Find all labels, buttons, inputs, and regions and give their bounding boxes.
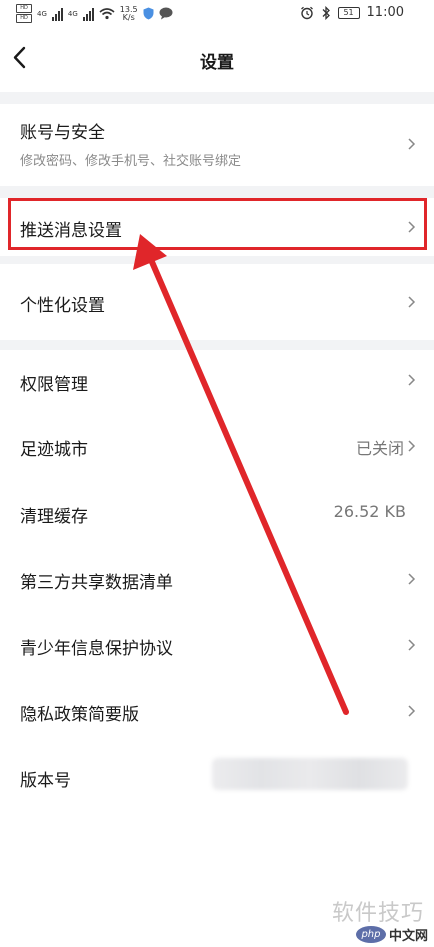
chevron-right-icon [408,374,416,386]
php-logo-icon: php [355,926,386,943]
chevron-right-icon [408,138,416,150]
speed-unit: K/s [122,12,135,22]
signal-2-icon [82,7,94,21]
page-title: 设置 [200,53,234,73]
settings-item-label: 青少年信息保护协议 [20,639,173,659]
settings-item-personalization[interactable]: 个性化设置 [0,264,434,340]
chevron-right-icon [408,573,416,585]
settings-item-third-party-data[interactable]: 第三方共享数据清单 [0,546,434,612]
settings-item-footprint-cities[interactable]: 足迹城市 已关闭 [0,414,434,480]
watermark-site: php 中文网 [355,925,428,944]
chevron-right-icon [408,639,416,651]
section-divider [0,186,434,198]
section-divider [0,340,434,350]
settings-item-label: 账号与安全 [20,123,105,143]
status-bar: HD HD 4G 4G 13.5 K/s 51 11:00 [0,0,434,26]
settings-item-label: 第三方共享数据清单 [20,573,173,593]
settings-item-youth-protection[interactable]: 青少年信息保护协议 [0,612,434,678]
title-bar: 设置 [0,26,434,92]
bluetooth-icon [322,5,330,20]
chevron-right-icon [408,440,416,452]
sim1-label: HD [16,4,32,13]
battery-icon: 51 [337,6,360,19]
settings-item-label: 清理缓存 [20,507,88,527]
section-divider [0,256,434,264]
sim-indicators: HD HD [16,4,32,23]
settings-item-subtitle: 修改密码、修改手机号、社交账号绑定 [20,154,242,169]
status-left: HD HD 4G 4G 13.5 K/s [16,4,173,23]
status-time: 11:00 [366,5,404,20]
settings-item-label: 隐私政策简要版 [20,705,139,725]
chevron-right-icon [408,296,416,308]
shield-icon [143,7,154,20]
annotation-highlight-box [8,198,427,250]
settings-item-label: 权限管理 [20,375,88,395]
status-right: 51 11:00 [300,5,404,20]
settings-item-value: 已关闭 [355,439,404,458]
settings-item-label: 版本号 [20,771,71,791]
alarm-icon [300,6,313,19]
chat-bubble-icon [159,7,173,20]
settings-item-privacy-summary[interactable]: 隐私政策简要版 [0,678,434,744]
cache-size-value: 26.52 KB [333,502,406,521]
chevron-right-icon [408,705,416,717]
version-number-redacted [212,758,408,790]
watermark-text: 软件技巧 [331,901,424,926]
settings-item-clear-cache[interactable]: 清理缓存 26.52 KB [0,480,434,546]
settings-item-permissions[interactable]: 权限管理 [0,350,434,414]
network-type-1: 4G [37,9,47,18]
network-type-2: 4G [67,9,78,18]
sim2-label: HD [16,14,32,23]
watermark-site-text: 中文网 [388,929,428,944]
settings-item-account-security[interactable]: 账号与安全 修改密码、修改手机号、社交账号绑定 [0,104,434,186]
settings-item-label: 足迹城市 [20,440,88,460]
signal-1-icon [51,7,63,21]
wifi-icon [99,8,115,20]
network-speed: 13.5 K/s [120,5,138,22]
settings-item-label: 个性化设置 [20,296,105,316]
section-divider [0,92,434,104]
